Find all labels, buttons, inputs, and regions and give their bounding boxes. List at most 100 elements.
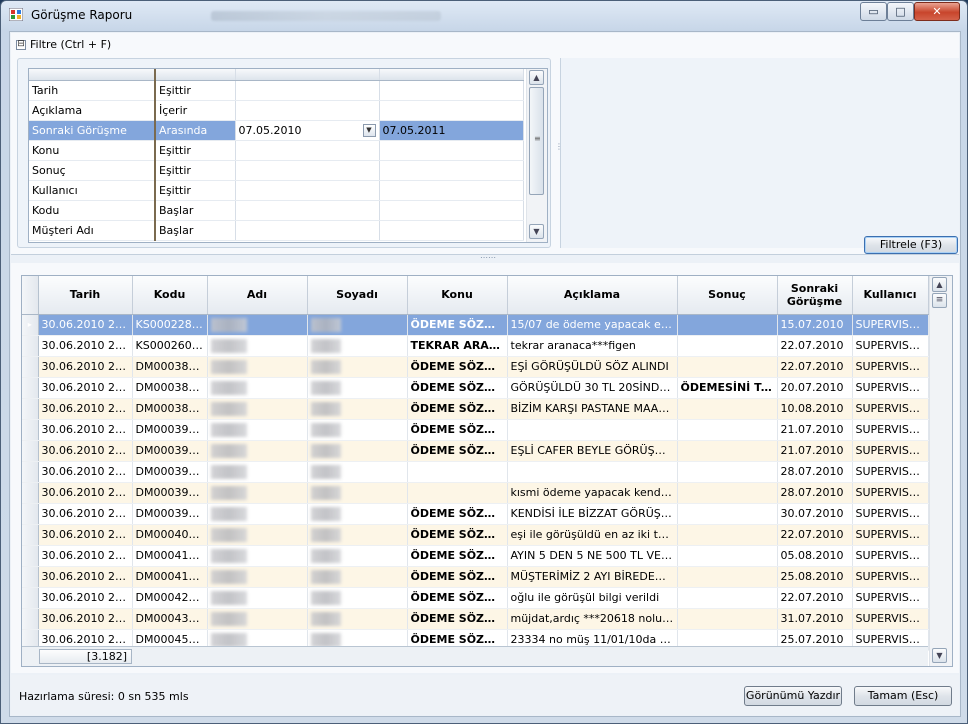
cell-konu[interactable]: ÖDEME SÖZÜ V... [407, 608, 508, 630]
cell-kodu[interactable]: DM00038995 [132, 398, 208, 420]
row-indicator[interactable]: ▸ [22, 314, 39, 336]
scroll-up-icon[interactable]: ▲ [529, 70, 544, 85]
horizontal-splitter[interactable]: ⋯⋯ [480, 254, 496, 262]
cell-konu[interactable]: ÖDEME SÖZÜ V... [407, 524, 508, 546]
cell-sonraki[interactable]: 10.08.2010 [777, 398, 853, 420]
redacted-first-name[interactable] [207, 566, 308, 588]
column-header[interactable]: Kullanıcı [852, 276, 929, 315]
filter-operator[interactable]: Eşittir [154, 80, 236, 101]
redacted-last-name[interactable] [307, 377, 408, 399]
table-row[interactable]: 30.06.2010 23:31 DM00039325 28.07.2010 SUPE… [22, 461, 929, 483]
filter-field-name[interactable]: Müşteri Adı [29, 220, 156, 241]
cell-kullanici[interactable]: SUPERVISOR [852, 440, 929, 462]
cell-kullanici[interactable]: SUPERVISOR [852, 356, 929, 378]
filter-operator[interactable]: İçerir [154, 100, 236, 121]
table-row[interactable]: 30.06.2010 23:31 DM00039325 kısmi ödeme ya… [22, 482, 929, 504]
table-row[interactable]: 30.06.2010 23:31 DM00041402 ÖDEME SÖZÜ V..… [22, 545, 929, 567]
table-row[interactable]: 30.06.2010 23:31 DM00039325 ÖDEME SÖZÜ V..… [22, 503, 929, 525]
cell-kullanici[interactable]: SUPERVISOR [852, 314, 929, 336]
row-indicator[interactable] [22, 335, 39, 357]
cell-aciklama[interactable]: kısmi ödeme yapacak kendisiyle ... [507, 482, 678, 504]
cell-kodu[interactable]: DM00039325 [132, 503, 208, 525]
cell-aciklama[interactable]: EŞLİ CAFER BEYLE GÖRÜŞÜLDÜ [507, 440, 678, 462]
cell-tarih[interactable]: 30.06.2010 23:31 [38, 545, 133, 567]
cell-sonuc[interactable] [677, 566, 778, 588]
filter-value-from[interactable] [235, 220, 380, 241]
filter-operator[interactable]: Eşittir [154, 160, 236, 181]
row-indicator[interactable] [22, 440, 39, 462]
cell-kodu[interactable]: DM00039325 [132, 461, 208, 483]
redacted-last-name[interactable] [307, 503, 408, 525]
redacted-first-name[interactable] [207, 377, 308, 399]
filter-button[interactable]: Filtrele (F3) [864, 236, 958, 254]
cell-konu[interactable] [407, 461, 508, 483]
table-row[interactable]: 30.06.2010 23:31 DM00038588 ÖDEME SÖZÜ V..… [22, 356, 929, 378]
table-row[interactable]: 30.06.2010 23:31 DM00041517 ÖDEME SÖZÜ V..… [22, 566, 929, 588]
redacted-first-name[interactable] [207, 356, 308, 378]
filter-value-to[interactable] [379, 80, 524, 101]
redacted-first-name[interactable] [207, 335, 308, 357]
row-indicator[interactable] [22, 566, 39, 588]
table-row[interactable]: 30.06.2010 23:32 DM00042254 ÖDEME SÖZÜ V..… [22, 587, 929, 609]
cell-kodu[interactable]: DM00038588 [132, 356, 208, 378]
column-header[interactable]: Konu [407, 276, 508, 315]
row-indicator[interactable] [22, 482, 39, 504]
cell-aciklama[interactable]: BİZİM KARŞI PASTANE MAAŞLA... [507, 398, 678, 420]
filter-value-to[interactable] [379, 220, 524, 241]
redacted-first-name[interactable] [207, 314, 308, 336]
cell-sonuc[interactable] [677, 587, 778, 609]
cell-tarih[interactable]: 30.06.2010 23:31 [38, 398, 133, 420]
filter-operator[interactable]: Başlar [154, 200, 236, 221]
cell-sonuc[interactable] [677, 335, 778, 357]
cell-kullanici[interactable]: SUPERVISOR [852, 503, 929, 525]
cell-sonraki[interactable]: 21.07.2010 [777, 440, 853, 462]
cell-kodu[interactable]: DM00041517 [132, 566, 208, 588]
table-row[interactable]: 30.06.2010 23:32 DM00043276 ÖDEME SÖZÜ V..… [22, 608, 929, 630]
cell-sonuc[interactable] [677, 314, 778, 336]
filter-row[interactable]: Sonuç Eşittir [29, 160, 524, 181]
filter-value-from[interactable] [235, 180, 380, 201]
cell-tarih[interactable]: 30.06.2010 23:31 [38, 461, 133, 483]
table-row[interactable]: 30.06.2010 23:31 DM00039182 ÖDEME SÖZÜ V..… [22, 419, 929, 441]
cell-konu[interactable]: ÖDEME SÖZÜ V... [407, 566, 508, 588]
filter-field-name[interactable]: Konu [29, 140, 156, 161]
filter-row[interactable]: Tarih Eşittir [29, 80, 524, 101]
redacted-last-name[interactable] [307, 335, 408, 357]
filter-value-from[interactable] [235, 200, 380, 221]
filter-row[interactable]: Sonraki Görüşme Arasında 07.05.2010 ▼ 07.05.… [29, 120, 524, 141]
redacted-first-name[interactable] [207, 545, 308, 567]
filter-value-from[interactable] [235, 140, 380, 161]
cell-kodu[interactable]: KS00026002 [132, 335, 208, 357]
redacted-last-name[interactable] [307, 440, 408, 462]
cell-aciklama[interactable]: 15/07 de ödeme yapacak erhan [507, 314, 678, 336]
cell-sonraki[interactable]: 22.07.2010 [777, 587, 853, 609]
cell-tarih[interactable]: 30.06.2010 23:32 [38, 608, 133, 630]
column-header[interactable]: Açıklama [507, 276, 678, 315]
cell-aciklama[interactable]: MÜŞTERİMİZ 2 AYI BİREDEN K... [507, 566, 678, 588]
cell-sonuc[interactable] [677, 608, 778, 630]
redacted-last-name[interactable] [307, 524, 408, 546]
cell-sonraki[interactable]: 28.07.2010 [777, 482, 853, 504]
filter-row[interactable]: Müşteri Adı Başlar [29, 220, 524, 241]
filter-field-name[interactable]: Sonuç [29, 160, 156, 181]
filter-row[interactable]: Kodu Başlar [29, 200, 524, 221]
cell-kullanici[interactable]: SUPERVISOR [852, 587, 929, 609]
cell-sonraki[interactable]: 05.08.2010 [777, 545, 853, 567]
redacted-last-name[interactable] [307, 356, 408, 378]
scroll-thumb[interactable]: ≡ [529, 87, 544, 195]
filter-value-from[interactable] [235, 160, 380, 181]
date-from-input[interactable]: 07.05.2010 ▼ [239, 121, 379, 140]
filter-row[interactable]: Konu Eşittir [29, 140, 524, 161]
filter-field-name[interactable]: Kodu [29, 200, 156, 221]
cell-aciklama[interactable]: tekrar aranaca***figen [507, 335, 678, 357]
filter-value-to[interactable] [379, 200, 524, 221]
table-row[interactable]: 30.06.2010 23:31 DM00038897 ÖDEME SÖZÜ V..… [22, 377, 929, 399]
redacted-last-name[interactable] [307, 587, 408, 609]
cell-tarih[interactable]: 30.06.2010 23:31 [38, 440, 133, 462]
cell-aciklama[interactable]: EŞİ GÖRÜŞÜLDÜ SÖZ ALINDI [507, 356, 678, 378]
cell-sonraki[interactable]: 30.07.2010 [777, 503, 853, 525]
cell-kullanici[interactable]: SUPERVISOR [852, 482, 929, 504]
cell-aciklama[interactable]: müjdat,ardıç ***20618 nolu m... [507, 608, 678, 630]
cell-tarih[interactable]: 30.06.2010 23:27 [38, 314, 133, 336]
cell-kullanici[interactable]: SUPERVISOR [852, 566, 929, 588]
